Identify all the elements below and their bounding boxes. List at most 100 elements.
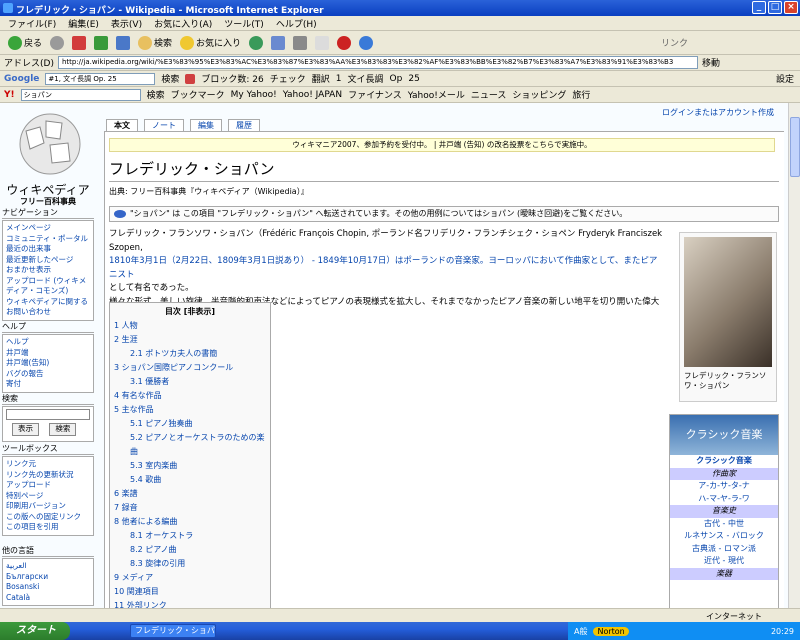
menu-edit[interactable]: 編集(E) (68, 17, 99, 30)
toc-item[interactable]: 1 人物 (114, 319, 266, 333)
navbox-link[interactable]: ルネサンス - バロック (670, 530, 778, 543)
google-search-input[interactable]: #1, 文イ長調 Op. 25 (45, 72, 156, 85)
redirect-text[interactable]: "ショパン" は この項目 "フレデリック・ショパン" へ転送されています。その… (130, 209, 627, 218)
fulltext-search-button[interactable]: 検索 (49, 423, 77, 436)
nav-link-contact[interactable]: ウィキペディアに関するお問い合わせ (6, 297, 90, 318)
navbox-link[interactable]: 近代 - 現代 (670, 555, 778, 568)
navbox-link[interactable]: 古典派 - ロマン派 (670, 543, 778, 556)
wikipedia-globe-logo[interactable] (10, 109, 90, 179)
forward-button[interactable] (50, 35, 65, 50)
toc-item[interactable]: 8.3 旋律の引用 (114, 557, 266, 571)
nav-link-upload[interactable]: アップロード (ウィキメディア・コモンズ) (6, 276, 90, 297)
toc-item[interactable]: 5.4 歌曲 (114, 473, 266, 487)
navbox-title[interactable]: クラシック音楽 (670, 455, 778, 468)
toc-item[interactable]: 4 有名な作品 (114, 389, 266, 403)
intro-line-2[interactable]: 1810年3月1日（2月22日、1809年3月1日説あり） - 1849年10月… (109, 255, 665, 282)
minimize-button[interactable]: _ (752, 1, 766, 14)
finance-button[interactable]: ファイナンス (348, 88, 402, 101)
tool-link-related-changes[interactable]: リンク先の更新状況 (6, 470, 90, 481)
sidebar-search-input[interactable] (6, 409, 90, 420)
toc-item[interactable]: 3.1 優勝者 (114, 375, 266, 389)
history-button[interactable] (249, 35, 264, 50)
toc-item[interactable]: 5.2 ピアノとオーケストラのための楽曲 (114, 431, 266, 459)
my-yahoo-button[interactable]: My Yahoo! (231, 90, 277, 100)
toc-item[interactable]: 9 メディア (114, 571, 266, 585)
settings-button[interactable]: 設定 (776, 72, 800, 85)
toc-item[interactable]: 2 生涯 (114, 333, 266, 347)
nav-link-main-page[interactable]: メインページ (6, 223, 90, 234)
toc-item[interactable]: 7 録音 (114, 501, 266, 515)
login-link[interactable]: ログインまたはアカウント作成 (662, 107, 774, 118)
lang-link-arabic[interactable]: العربية (6, 561, 90, 572)
toc-item[interactable]: 8.2 ピアノ曲 (114, 543, 266, 557)
mail-link-button[interactable]: Yahoo!メール (408, 88, 465, 101)
menu-tools[interactable]: ツール(T) (224, 17, 264, 30)
print-button[interactable] (293, 35, 308, 50)
vertical-scrollbar[interactable] (788, 103, 800, 608)
nav-link-community[interactable]: コミュニティ・ポータル (6, 234, 90, 245)
translate-button[interactable]: 翻訳 (312, 72, 330, 85)
menu-help[interactable]: ヘルプ(H) (276, 17, 317, 30)
blocked-count[interactable]: ブロック数: 26 (201, 72, 263, 85)
favorites-button[interactable]: お気に入り (180, 35, 241, 50)
tool-link-special-pages[interactable]: 特別ページ (6, 491, 90, 502)
scrollbar-thumb[interactable] (790, 117, 800, 177)
taskbar-ie-window[interactable]: フレデリック・ショパン - ... (130, 624, 216, 638)
google-search-button[interactable]: 検索 (161, 72, 179, 85)
highlight-button[interactable]: 1 (336, 74, 342, 84)
navbox-link[interactable]: ア-カ-サ-タ-ナ (670, 480, 778, 493)
messenger-button[interactable] (337, 35, 352, 50)
home-button[interactable] (116, 35, 131, 50)
lang-link-bulgarian[interactable]: Български (6, 572, 90, 583)
search-term-1[interactable]: 文イ長調 (348, 72, 384, 85)
tool-link-whatlinkshere[interactable]: リンク元 (6, 459, 90, 470)
toc-item[interactable]: 5.1 ピアノ独奏曲 (114, 417, 266, 431)
search-term-3[interactable]: 25 (408, 74, 419, 84)
help-link-donate[interactable]: 寄付 (6, 379, 90, 390)
toc-item[interactable]: 2.1 ポトツカ夫人の書簡 (114, 347, 266, 361)
tool-link-cite[interactable]: この項目を引用 (6, 522, 90, 533)
toc-item[interactable]: 3 ショパン国際ピアノコンクール (114, 361, 266, 375)
lang-link-bosnian[interactable]: Bosanski (6, 582, 90, 593)
maximize-button[interactable]: □ (768, 1, 782, 14)
lang-link-catalan[interactable]: Català (6, 593, 90, 604)
tool-link-printable[interactable]: 印刷用バージョン (6, 501, 90, 512)
tool-link-permalink[interactable]: この版への固定リンク (6, 512, 90, 523)
yahoo-search-button[interactable]: 検索 (147, 88, 165, 101)
toc-title[interactable]: 目次 [非表示] (114, 305, 266, 319)
search-term-2[interactable]: Op (390, 74, 403, 84)
yahoo-search-input[interactable]: ショパン (20, 88, 141, 101)
toc-item[interactable]: 8.1 オーケストラ (114, 529, 266, 543)
bookmarks-button[interactable]: ブックマーク (171, 88, 225, 101)
mail-button[interactable] (271, 35, 286, 50)
stop-button[interactable] (72, 35, 87, 50)
toc-item[interactable]: 5 主な作品 (114, 403, 266, 417)
navbox-link[interactable]: ハ-マ-ヤ-ラ-ワ (670, 493, 778, 506)
toc-item[interactable]: 5.3 室内楽曲 (114, 459, 266, 473)
navbox-link[interactable]: 古代 - 中世 (670, 518, 778, 531)
nav-link-recent-changes[interactable]: 最近更新したページ (6, 255, 90, 266)
help-link-bug-report[interactable]: バグの報告 (6, 369, 90, 380)
back-button[interactable]: 戻る (8, 35, 42, 50)
search-button[interactable]: 検索 (138, 35, 172, 50)
chopin-portrait-image[interactable] (684, 237, 772, 367)
nav-link-random[interactable]: おまかせ表示 (6, 265, 90, 276)
ime-indicator[interactable]: A般 (574, 626, 587, 637)
edit-button[interactable] (315, 35, 330, 50)
menu-view[interactable]: 表示(V) (111, 17, 142, 30)
address-input[interactable]: http://ja.wikipedia.org/wiki/%E3%83%95%E… (57, 56, 698, 69)
check-button[interactable]: チェック (270, 72, 306, 85)
news-button[interactable]: ニュース (471, 88, 507, 101)
nav-link-current-events[interactable]: 最近の出来事 (6, 244, 90, 255)
help-link-announcements[interactable]: 井戸端(告知) (6, 358, 90, 369)
site-notice[interactable]: ウィキマニア2007、参加予約を受付中。 | 井戸端 (告知) の改名投票をこち… (109, 138, 775, 152)
toc-item[interactable]: 6 楽譜 (114, 487, 266, 501)
toc-item[interactable]: 8 他者による編曲 (114, 515, 266, 529)
yahoo-japan-button[interactable]: Yahoo! JAPAN (283, 90, 342, 100)
close-button[interactable]: × (784, 1, 798, 14)
travel-button[interactable]: 旅行 (572, 88, 590, 101)
go-search-button[interactable]: 表示 (12, 423, 39, 436)
tool-link-upload[interactable]: アップロード (6, 480, 90, 491)
help-link-village-pump[interactable]: 井戸端 (6, 348, 90, 359)
toc-item[interactable]: 11 外部リンク (114, 599, 266, 608)
